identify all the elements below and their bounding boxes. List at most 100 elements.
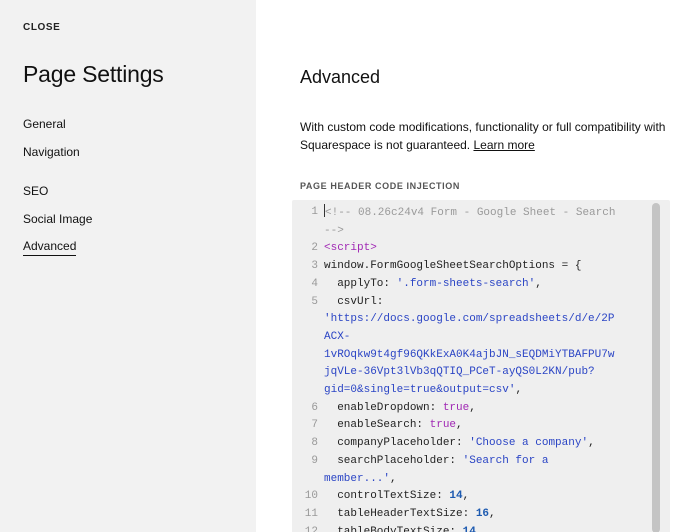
code-key: tableBodyTextSize: (324, 525, 463, 532)
code-punctuation: , (462, 490, 470, 503)
code-punctuation: , (588, 437, 595, 450)
code-punctuation: , (390, 472, 397, 485)
code-editor[interactable]: 1 <!-- 08.26c24v4 Form - Google Sheet - S… (292, 200, 670, 532)
code-token: <!-- 08.26c24v4 Form - Google Sheet - Se… (325, 207, 616, 219)
code-value: true (442, 401, 470, 414)
code-value: 'Choose a company' (469, 437, 589, 450)
code-text: 'https://docs.google.com/spreadsheets/d/… (324, 311, 614, 329)
learn-more-link[interactable]: Learn more (473, 138, 534, 152)
code-text: controlTextSize: 14, (324, 488, 469, 506)
code-text: member...', (324, 471, 397, 489)
code-key: controlTextSize: (324, 490, 450, 503)
code-line: 4 applyTo: '.form-sheets-search', (292, 276, 652, 294)
code-text: jqVLe-36Vpt3lVb3qQTIQ_PCeT-ayQS0L2KN/pub… (324, 364, 595, 382)
sidebar-item-social-image[interactable]: Social Image (23, 212, 92, 226)
line-number: 11 (304, 507, 318, 520)
code-key: applyTo: (324, 277, 397, 290)
code-token: <script> (324, 242, 377, 255)
code-punctuation: , (535, 277, 542, 290)
code-text: <!-- 08.26c24v4 Form - Google Sheet - Se… (324, 204, 615, 223)
page-title: Page Settings (23, 61, 164, 87)
code-punctuation: , (475, 525, 483, 532)
line-number (292, 223, 324, 241)
section-title: Advanced (300, 67, 381, 87)
code-line: 12 tableBodyTextSize: 14, (292, 524, 652, 532)
line-number: 4 (311, 277, 318, 290)
code-text: enableSearch: true, (324, 417, 463, 435)
line-number (292, 329, 324, 347)
line-number: 8 (311, 437, 318, 450)
code-text: companyPlaceholder: 'Choose a company', (324, 435, 595, 453)
code-text: <script> (324, 240, 377, 258)
code-token: 1vROqkw9t4gf96QKkExA0K4ajbJN_sEQDMiYTBAF… (324, 348, 615, 361)
line-number: 5 (311, 295, 318, 308)
code-scrollbar[interactable] (652, 203, 660, 532)
code-line: --> (292, 223, 652, 241)
code-text: searchPlaceholder: 'Search for a (324, 453, 548, 471)
close-button[interactable]: CLOSE (23, 22, 60, 33)
code-line: 11 tableHeaderTextSize: 16, (292, 506, 652, 524)
code-key: csvUrl: (324, 295, 384, 308)
code-line: 6 enableDropdown: true, (292, 400, 652, 418)
code-line: 7 enableSearch: true, (292, 417, 652, 435)
settings-sidebar: CLOSE Page Settings General Navigation S… (0, 0, 256, 532)
code-punctuation: , (469, 401, 476, 414)
code-line: 'https://docs.google.com/spreadsheets/d/… (292, 311, 652, 329)
line-number (292, 311, 324, 329)
code-key: enableDropdown: (324, 401, 443, 414)
code-punctuation: , (456, 419, 463, 432)
line-number: 9 (311, 454, 318, 467)
code-token: ACX- (324, 330, 351, 343)
code-text: 1vROqkw9t4gf96QKkExA0K4ajbJN_sEQDMiYTBAF… (324, 347, 614, 365)
code-key: companyPlaceholder: (324, 437, 470, 450)
code-line: 9 searchPlaceholder: 'Search for a (292, 453, 652, 471)
code-line: 5 csvUrl: (292, 294, 652, 312)
code-line: 10 controlTextSize: 14, (292, 488, 652, 506)
code-key: tableHeaderTextSize: (324, 507, 476, 520)
sidebar-item-navigation[interactable]: Navigation (23, 145, 80, 159)
code-line: jqVLe-36Vpt3lVb3qQTIQ_PCeT-ayQS0L2KN/pub… (292, 364, 652, 382)
code-line: 1 <!-- 08.26c24v4 Form - Google Sheet - S… (292, 204, 652, 223)
code-line: 1vROqkw9t4gf96QKkExA0K4ajbJN_sEQDMiYTBAF… (292, 347, 652, 365)
sidebar-item-general[interactable]: General (23, 117, 66, 131)
code-line: 2 <script> (292, 240, 652, 258)
code-value: 'Search for a (462, 454, 549, 467)
code-value: 14 (449, 490, 463, 503)
code-text: csvUrl: (324, 294, 383, 312)
line-number: 7 (311, 419, 318, 432)
code-text: tableBodyTextSize: 14, (324, 524, 482, 532)
code-punctuation: , (515, 384, 523, 397)
code-line: 3 window.FormGoogleSheetSearchOptions = { (292, 258, 652, 276)
code-text: enableDropdown: true, (324, 400, 476, 418)
code-token: 'https://docs.google.com/spreadsheets/d/… (324, 313, 615, 326)
code-text: tableHeaderTextSize: 16, (324, 506, 495, 524)
code-token: gid=0&single=true&output=csv' (324, 384, 516, 397)
code-value: 16 (475, 507, 490, 520)
code-line: member...', (292, 471, 652, 489)
line-number (292, 382, 324, 400)
line-number: 6 (311, 401, 318, 414)
line-number: 3 (311, 260, 318, 273)
line-number: 10 (304, 490, 318, 503)
code-text: --> (324, 223, 344, 241)
code-line: ACX- (292, 329, 652, 347)
line-number (292, 347, 324, 365)
line-number: 1 (311, 206, 318, 218)
code-token: window.FormGoogleSheetSearchOptions = { (324, 260, 582, 273)
line-number: 12 (304, 525, 318, 532)
code-token: jqVLe-36Vpt3lVb3qQTIQ_PCeT-ayQS0L2KN/pub… (324, 366, 595, 379)
code-key: enableSearch: (324, 419, 430, 432)
code-line: gid=0&single=true&output=csv', (292, 382, 652, 400)
sidebar-item-advanced[interactable]: Advanced (23, 239, 77, 256)
code-lines: 1 <!-- 08.26c24v4 Form - Google Sheet - S… (292, 204, 652, 532)
sidebar-item-seo[interactable]: SEO (23, 184, 48, 198)
code-text: applyTo: '.form-sheets-search', (324, 276, 542, 294)
code-value: 14 (462, 525, 476, 532)
code-token: member...' (324, 472, 391, 485)
description-text: With custom code modifications, function… (300, 118, 700, 154)
code-injection-label: PAGE HEADER CODE INJECTION (300, 181, 460, 191)
code-key: searchPlaceholder: (324, 454, 463, 467)
code-value: true (429, 419, 457, 432)
line-number (292, 471, 324, 489)
line-number (292, 364, 324, 382)
